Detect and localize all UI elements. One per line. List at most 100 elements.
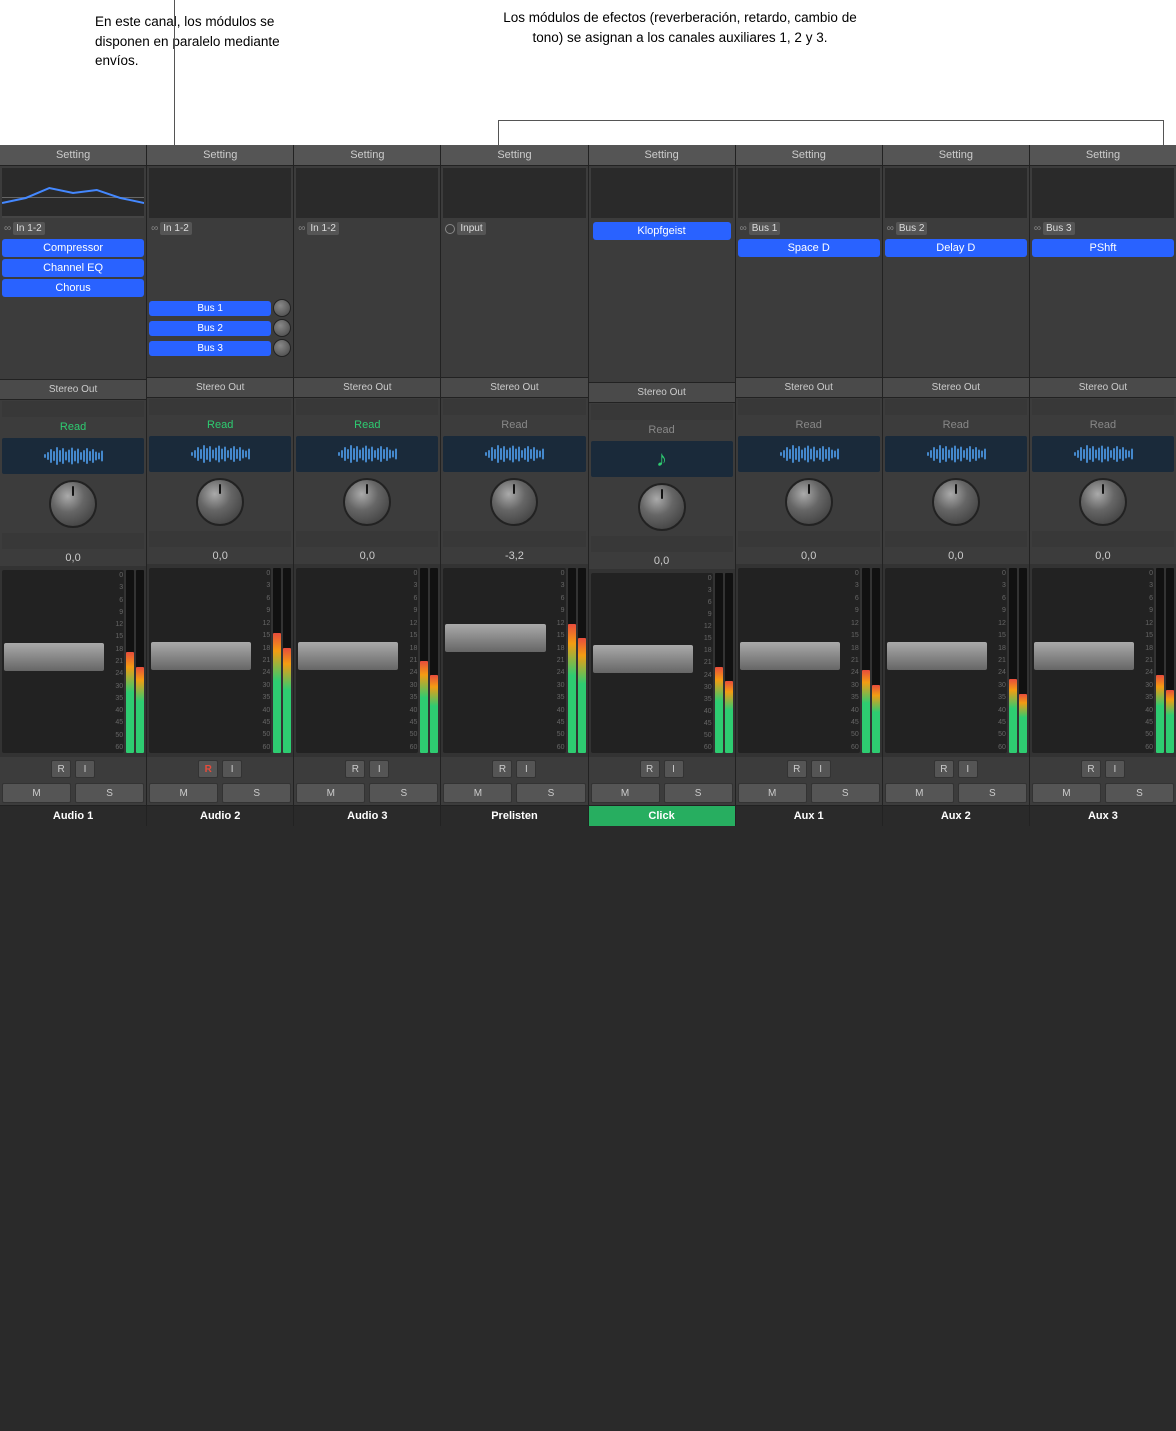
fader-thumb-aux3[interactable] (1034, 642, 1134, 670)
send-button[interactable]: Bus 1 (149, 301, 271, 316)
send-button[interactable]: Bus 2 (149, 321, 271, 336)
pan-knob-audio2[interactable] (196, 478, 244, 526)
pan-knob-audio3[interactable] (343, 478, 391, 526)
r-button-prelisten[interactable]: R (492, 760, 512, 778)
meter-icon-audio1[interactable] (2, 438, 144, 474)
fader-thumb-aux2[interactable] (887, 642, 987, 670)
channel-setting-aux1[interactable]: Setting (736, 145, 882, 166)
read-button-click[interactable]: Read (589, 421, 735, 439)
s-button-aux1[interactable]: S (811, 783, 880, 803)
s-button-aux2[interactable]: S (958, 783, 1027, 803)
s-button-audio2[interactable]: S (222, 783, 291, 803)
input-label-audio2[interactable]: In 1-2 (160, 222, 192, 235)
send-knob[interactable] (273, 339, 291, 357)
plugin-slot[interactable]: Chorus (2, 279, 144, 297)
read-button-audio3[interactable]: Read (294, 416, 440, 434)
meter-icon-aux3[interactable] (1032, 436, 1174, 472)
plugin-slot[interactable]: Channel EQ (2, 259, 144, 277)
channel-setting-audio1[interactable]: Setting (0, 145, 146, 166)
read-button-aux3[interactable]: Read (1030, 416, 1176, 434)
m-button-audio2[interactable]: M (149, 783, 218, 803)
channel-setting-prelisten[interactable]: Setting (441, 145, 587, 166)
m-button-aux3[interactable]: M (1032, 783, 1101, 803)
m-button-audio1[interactable]: M (2, 783, 71, 803)
fader-thumb-audio3[interactable] (298, 642, 398, 670)
meter-icon-prelisten[interactable] (443, 436, 585, 472)
i-button-audio2[interactable]: I (222, 760, 242, 778)
fader-thumb-prelisten[interactable] (445, 624, 545, 652)
r-button-aux3[interactable]: R (1081, 760, 1101, 778)
plugin-slot[interactable]: Compressor (2, 239, 144, 257)
s-button-aux3[interactable]: S (1105, 783, 1174, 803)
input-label-prelisten[interactable]: Input (457, 222, 485, 235)
fader-thumb-audio1[interactable] (4, 643, 104, 671)
pan-knob-prelisten[interactable] (490, 478, 538, 526)
send-knob[interactable] (273, 319, 291, 337)
input-label-aux3[interactable]: Bus 3 (1043, 222, 1075, 235)
pan-knob-aux2[interactable] (932, 478, 980, 526)
m-button-audio3[interactable]: M (296, 783, 365, 803)
read-button-audio1[interactable]: Read (0, 418, 146, 436)
link-icon: ∞ (298, 223, 305, 234)
input-label-aux1[interactable]: Bus 1 (749, 222, 781, 235)
channel-setting-aux3[interactable]: Setting (1030, 145, 1176, 166)
s-button-prelisten[interactable]: S (516, 783, 585, 803)
plugin-slot[interactable]: Delay D (885, 239, 1027, 257)
pan-knob-audio1[interactable] (49, 480, 97, 528)
send-knob[interactable] (273, 299, 291, 317)
m-button-click[interactable]: M (591, 783, 660, 803)
read-button-aux2[interactable]: Read (883, 416, 1029, 434)
fader-thumb-audio2[interactable] (151, 642, 251, 670)
i-button-audio1[interactable]: I (75, 760, 95, 778)
r-button-aux1[interactable]: R (787, 760, 807, 778)
channel-setting-audio3[interactable]: Setting (294, 145, 440, 166)
s-button-click[interactable]: S (664, 783, 733, 803)
mixer: Setting ∞ In 1-2 Compressor Channel EQ Cho… (0, 145, 1176, 826)
plugin-slot[interactable]: PShft (1032, 239, 1174, 257)
input-label-audio3[interactable]: In 1-2 (307, 222, 339, 235)
meter-icon-aux2[interactable] (885, 436, 1027, 472)
i-button-audio3[interactable]: I (369, 760, 389, 778)
fader-tick: 35 (843, 694, 859, 701)
meter-icon-click[interactable]: ♪ (591, 441, 733, 477)
pan-knob-aux3[interactable] (1079, 478, 1127, 526)
fader-thumb-aux1[interactable] (740, 642, 840, 670)
fader-tick: 15 (549, 632, 565, 639)
channel-setting-audio2[interactable]: Setting (147, 145, 293, 166)
i-button-click[interactable]: I (664, 760, 684, 778)
r-button-click[interactable]: R (640, 760, 660, 778)
r-button-audio1[interactable]: R (51, 760, 71, 778)
i-button-aux3[interactable]: I (1105, 760, 1125, 778)
meter-icon-audio3[interactable] (296, 436, 438, 472)
meter-icon-audio2[interactable] (149, 436, 291, 472)
fader-thumb-click[interactable] (593, 645, 693, 673)
read-button-prelisten[interactable]: Read (441, 416, 587, 434)
meter-icon-aux1[interactable] (738, 436, 880, 472)
plugin-slot[interactable]: Space D (738, 239, 880, 257)
r-button-aux2[interactable]: R (934, 760, 954, 778)
s-button-audio3[interactable]: S (369, 783, 438, 803)
i-button-aux2[interactable]: I (958, 760, 978, 778)
read-button-audio2[interactable]: Read (147, 416, 293, 434)
m-button-prelisten[interactable]: M (443, 783, 512, 803)
input-label-audio1[interactable]: In 1-2 (13, 222, 45, 235)
fader-tick: 50 (843, 731, 859, 738)
send-button[interactable]: Bus 3 (149, 341, 271, 356)
read-button-aux1[interactable]: Read (736, 416, 882, 434)
plugins-area-aux3: PShft (1030, 237, 1176, 297)
m-button-aux1[interactable]: M (738, 783, 807, 803)
input-label-aux2[interactable]: Bus 2 (896, 222, 928, 235)
r-button-audio2[interactable]: R (198, 760, 218, 778)
s-button-audio1[interactable]: S (75, 783, 144, 803)
input-label-click[interactable]: Klopfgeist (593, 222, 731, 240)
fader-tick: 18 (107, 646, 123, 653)
pan-knob-click[interactable] (638, 483, 686, 531)
channel-setting-click[interactable]: Setting (589, 145, 735, 166)
i-button-aux1[interactable]: I (811, 760, 831, 778)
m-button-aux2[interactable]: M (885, 783, 954, 803)
pan-knob-aux1[interactable] (785, 478, 833, 526)
i-button-prelisten[interactable]: I (516, 760, 536, 778)
channel-setting-aux2[interactable]: Setting (883, 145, 1029, 166)
r-button-audio3[interactable]: R (345, 760, 365, 778)
fader-tick: 12 (401, 620, 417, 627)
